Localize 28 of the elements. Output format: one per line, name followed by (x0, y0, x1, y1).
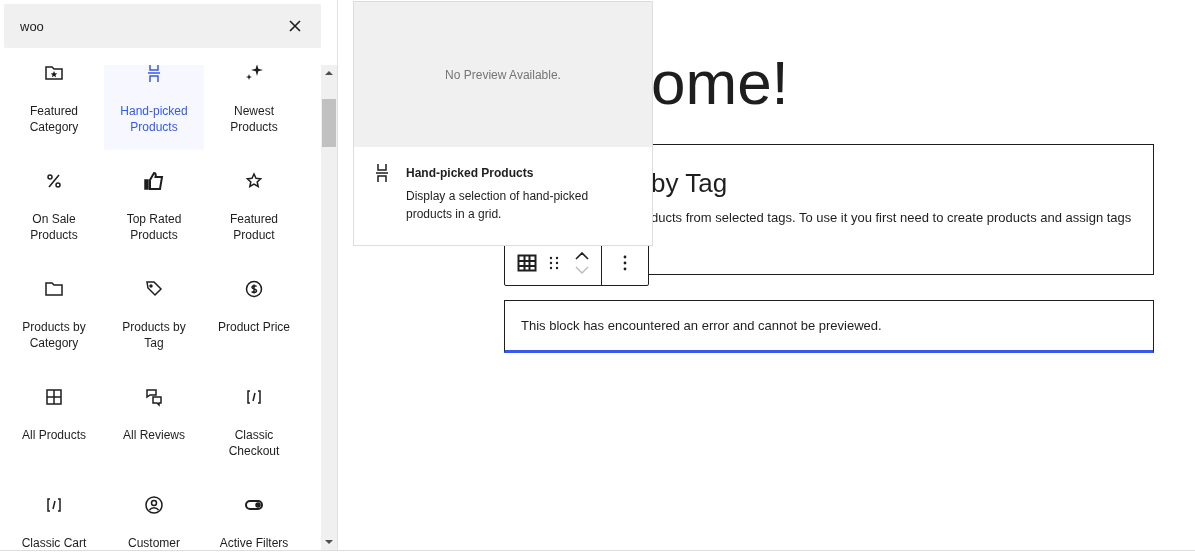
block-item[interactable]: Classic Cart (4, 481, 104, 550)
more-options-icon[interactable] (623, 255, 627, 271)
block-item[interactable]: Classic Checkout (204, 373, 304, 474)
search-field[interactable]: woo (4, 4, 321, 48)
preview-message: No Preview Available. (445, 67, 561, 82)
close-icon[interactable] (288, 19, 302, 33)
preview-description: Display a selection of hand-picked products in a grid. (406, 188, 590, 223)
block-item[interactable]: Featured Product (204, 157, 304, 258)
block-item[interactable]: Active Filters (204, 481, 304, 550)
drag-handle-icon[interactable] (549, 256, 559, 270)
block-item[interactable]: Featured Category (4, 65, 104, 150)
error-message: This block has encountered an error and cannot be previewed. (521, 318, 882, 333)
preview-title: Hand-picked Products (406, 165, 535, 181)
block-item[interactable]: Products by Tag (104, 265, 204, 366)
block-item[interactable]: All Products (4, 373, 104, 474)
block-item[interactable]: Product Price (204, 265, 304, 366)
block-item[interactable]: Newest Products (204, 65, 304, 150)
scrollbar[interactable] (321, 65, 337, 550)
block-item[interactable]: Hand-picked Products (104, 65, 204, 150)
chevron-up-icon[interactable] (575, 252, 589, 260)
block-item[interactable]: On Sale Products (4, 157, 104, 258)
block-item[interactable]: All Reviews (104, 373, 204, 474)
block-item[interactable]: Customer (104, 481, 204, 550)
table-grid-icon[interactable] (517, 253, 537, 273)
page-heading: ome! (651, 48, 790, 118)
block-heading: by Tag (651, 167, 729, 199)
block-item[interactable]: Top Rated Products (104, 157, 204, 258)
block-item[interactable]: Products by Category (4, 265, 104, 366)
